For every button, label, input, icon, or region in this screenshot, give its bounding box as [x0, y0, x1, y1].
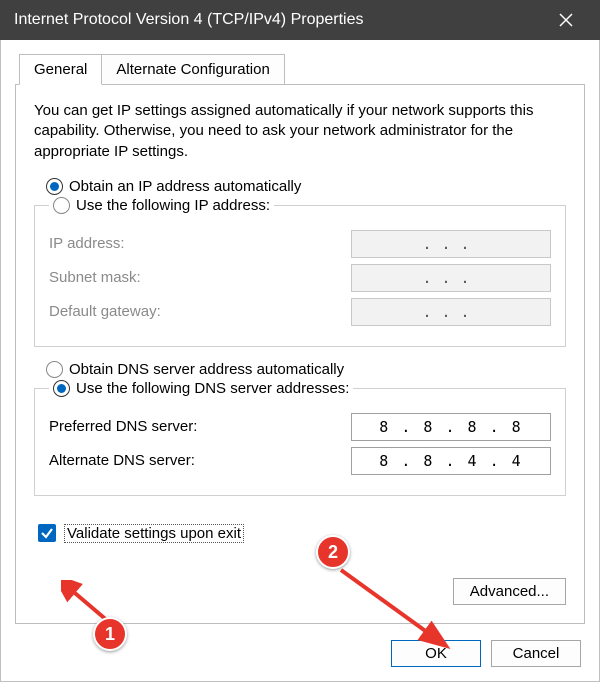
subnet-mask-label: Subnet mask:	[49, 269, 351, 286]
preferred-dns-label: Preferred DNS server:	[49, 418, 351, 435]
client-area: General Alternate Configuration You can …	[0, 40, 600, 682]
annotation-arrow-2	[331, 560, 451, 650]
annotation-badge-2: 2	[316, 535, 350, 569]
radio-icon	[53, 197, 70, 214]
titlebar: Internet Protocol Version 4 (TCP/IPv4) P…	[0, 0, 600, 40]
radio-dns-auto-label: Obtain DNS server address automatically	[69, 361, 344, 378]
validate-settings-checkbox[interactable]: Validate settings upon exit	[38, 524, 566, 543]
row-subnet-mask: Subnet mask: ...	[49, 264, 551, 292]
cancel-button[interactable]: Cancel	[491, 640, 581, 667]
row-ip-address: IP address: ...	[49, 230, 551, 258]
close-button[interactable]	[546, 0, 586, 40]
checkbox-icon	[38, 524, 56, 542]
radio-ip-auto-label: Obtain an IP address automatically	[69, 178, 301, 195]
tab-strip: General Alternate Configuration	[1, 40, 599, 85]
alternate-dns-label: Alternate DNS server:	[49, 452, 351, 469]
radio-ip-auto[interactable]: Obtain an IP address automatically	[46, 178, 566, 195]
radio-icon	[53, 380, 70, 397]
tab-panel-general: You can get IP settings assigned automat…	[15, 84, 585, 624]
radio-icon	[46, 178, 63, 195]
radio-icon	[46, 361, 63, 378]
tab-alternate-configuration[interactable]: Alternate Configuration	[102, 54, 284, 85]
default-gateway-input: ...	[351, 298, 551, 326]
group-manual-dns: Use the following DNS server addresses: …	[34, 380, 566, 496]
close-icon	[559, 13, 573, 27]
subnet-mask-input: ...	[351, 264, 551, 292]
radio-dns-manual-label: Use the following DNS server addresses:	[76, 380, 349, 397]
preferred-dns-input[interactable]: 8 . 8 . 8 . 8	[351, 413, 551, 441]
advanced-button[interactable]: Advanced...	[453, 578, 566, 605]
group-manual-ip: Use the following IP address: IP address…	[34, 197, 566, 347]
radio-dns-auto[interactable]: Obtain DNS server address automatically	[46, 361, 566, 378]
row-preferred-dns: Preferred DNS server: 8 . 8 . 8 . 8	[49, 413, 551, 441]
default-gateway-label: Default gateway:	[49, 303, 351, 320]
validate-settings-label: Validate settings upon exit	[64, 524, 244, 543]
annotation-badge-1: 1	[93, 617, 127, 651]
row-default-gateway: Default gateway: ...	[49, 298, 551, 326]
window-title: Internet Protocol Version 4 (TCP/IPv4) P…	[14, 11, 546, 29]
intro-text: You can get IP settings assigned automat…	[34, 101, 566, 162]
row-alternate-dns: Alternate DNS server: 8 . 8 . 4 . 4	[49, 447, 551, 475]
ip-address-label: IP address:	[49, 235, 351, 252]
alternate-dns-input[interactable]: 8 . 8 . 4 . 4	[351, 447, 551, 475]
tab-general[interactable]: General	[19, 54, 102, 85]
radio-ip-manual-label: Use the following IP address:	[76, 197, 270, 214]
ip-address-input: ...	[351, 230, 551, 258]
radio-dns-manual[interactable]: Use the following DNS server addresses:	[53, 380, 349, 397]
radio-ip-manual[interactable]: Use the following IP address:	[53, 197, 270, 214]
